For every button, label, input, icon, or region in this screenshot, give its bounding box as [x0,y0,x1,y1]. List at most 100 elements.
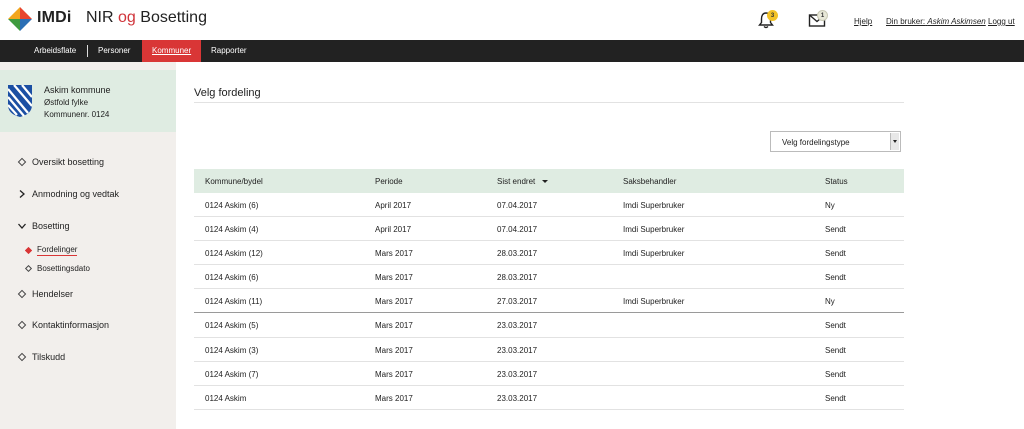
cell-status: Sendt [825,393,846,403]
fordelinger-table: Kommune/bydel Periode Sist endret Saksbe… [194,169,904,410]
cell-saksbehandler: Imdi Superbruker [623,297,685,307]
sidebar-item-hendelser[interactable]: Hendelser [17,289,74,299]
app-title-part2: Bosetting [140,9,207,26]
column-header-saksbehandler[interactable]: Saksbehandler [623,177,676,186]
imdi-logo-icon[interactable] [7,6,33,32]
sidebar-item-oversikt-bosetting[interactable]: Oversikt bosetting [17,157,105,167]
table-row[interactable]: 0124 Askim (6) April 2017 07.04.2017 Imdi S… [194,193,904,218]
table-row[interactable]: 0124 Askim (4) April 2017 07.04.2017 Imdi S… [194,217,904,242]
sidebar-item-label: Kontaktinformasjon [32,320,110,330]
column-header-kommune[interactable]: Kommune/bydel [205,177,263,186]
municipality-card: Askim kommune Østfold fylke Kommunenr. 0… [0,70,176,132]
cell-kommune: 0124 Askim (5) [205,321,259,331]
user-name: Askim Askimsen [927,17,986,26]
sidebar-item-kontaktinformasjon[interactable]: Kontaktinformasjon [17,320,110,330]
title-divider [194,102,904,103]
cell-periode: Mars 2017 [375,369,413,379]
sidebar-item-bosetting[interactable]: Bosetting [18,221,70,231]
user-link[interactable]: Din bruker: Askim Askimsen [886,17,986,26]
cell-kommune: 0124 Askim (3) [205,345,259,355]
sidebar-subitem-label: Fordelinger [37,245,78,256]
cell-sist-endret: 23.03.2017 [497,369,538,379]
cell-periode: Mars 2017 [375,345,413,355]
table-body: 0124 Askim (6) April 2017 07.04.2017 Imdi S… [194,193,904,410]
cell-periode: Mars 2017 [375,297,413,307]
cell-sist-endret: 23.03.2017 [497,321,538,331]
cell-sist-endret: 28.03.2017 [497,249,538,259]
cell-saksbehandler: Imdi Superbruker [623,249,685,259]
messages-badge: 1 [817,10,828,21]
column-header-periode[interactable]: Periode [375,177,403,186]
cell-status: Sendt [825,321,846,331]
cell-status: Sendt [825,345,846,355]
page-title: Velg fordeling [194,87,261,99]
dropdown-arrow-icon[interactable] [890,133,899,150]
diamond-icon [24,264,33,273]
table-header: Kommune/bydel Periode Sist endret Saksbe… [194,169,904,193]
table-row[interactable]: 0124 Askim (6) Mars 2017 28.03.2017 Sendt [194,265,904,290]
column-header-label: Sist endret [497,177,536,186]
municipality-name: Askim kommune [44,85,111,95]
app-title: NIR og Bosetting [86,9,207,27]
table-row[interactable]: 0124 Askim (3) Mars 2017 23.03.2017 Sendt [194,338,904,362]
cell-status: Sendt [825,273,846,283]
cell-sist-endret: 23.03.2017 [497,393,538,403]
sidebar-item-tilskudd[interactable]: Tilskudd [17,352,66,362]
municipality-county: Østfold fylke [44,98,89,107]
cell-periode: April 2017 [375,201,412,210]
chevron-down-icon [18,223,26,229]
sidebar-item-label: Bosetting [32,221,70,231]
diamond-icon [17,289,27,299]
nav-item-kommuner[interactable]: Kommuner [142,40,202,62]
nav-separator [87,45,88,57]
sidebar-item-label: Anmodning og vedtak [32,189,120,199]
cell-kommune: 0124 Askim (4) [205,225,259,235]
sidebar-item-label: Oversikt bosetting [32,157,105,167]
sidebar-item-anmodning-og-vedtak[interactable]: Anmodning og vedtak [18,189,119,199]
app-header: IMDi NIR og Bosetting 3 1 Hjelp Din bruk… [0,0,1024,40]
table-row[interactable]: 0124 Askim Mars 2017 23.03.2017 Sendt [194,386,904,410]
chevron-right-icon [19,190,25,198]
logo-text: IMDi [37,9,72,26]
sidebar-item-label: Tilskudd [32,352,66,362]
column-header-status[interactable]: Status [825,177,848,186]
cell-saksbehandler: Imdi Superbruker [623,225,685,235]
table-row[interactable]: 0124 Askim (11) Mars 2017 27.03.2017 Imdi S… [194,289,904,314]
sidebar-subitem-bosettingsdato[interactable]: Bosettingsdato [24,264,90,273]
table-row[interactable]: 0124 Askim (12) Mars 2017 28.03.2017 Imdi S… [194,241,904,266]
sidebar-subitem-label: Bosettingsdato [37,264,90,273]
notifications-badge: 3 [767,10,778,21]
sort-desc-icon[interactable] [542,180,549,183]
cell-sist-endret: 07.04.2017 [497,225,538,235]
cell-saksbehandler: Imdi Superbruker [623,201,685,210]
cell-sist-endret: 23.03.2017 [497,345,538,355]
column-header-sist-endret[interactable]: Sist endret [497,177,549,186]
logout-link[interactable]: Logg ut [988,17,1015,26]
cell-status: Sendt [825,369,846,379]
cell-periode: Mars 2017 [375,249,413,259]
diamond-icon [17,320,27,330]
cell-periode: Mars 2017 [375,393,413,403]
nav-item-rapporter[interactable]: Rapporter [211,40,247,62]
cell-status: Sendt [825,249,846,259]
cell-kommune: 0124 Askim (12) [205,249,263,259]
nav-item-personer[interactable]: Personer [98,40,130,62]
user-prefix: Din bruker: [886,17,926,26]
table-row[interactable]: 0124 Askim (5) Mars 2017 23.03.2017 Sendt [194,313,904,338]
cell-sist-endret: 27.03.2017 [497,297,538,307]
fordelingstype-select[interactable]: Velg fordelingstype [770,131,901,152]
cell-kommune: 0124 Askim (6) [205,201,259,210]
select-label: Velg fordelingstype [782,138,850,147]
help-link[interactable]: Hjelp [854,17,872,26]
cell-kommune: 0124 Askim (7) [205,369,259,379]
nav-item-arbeidsflate[interactable]: Arbeidsflate [34,40,76,62]
app-title-part1: NIR [86,9,114,26]
cell-periode: Mars 2017 [375,273,413,283]
diamond-icon [17,352,27,362]
app-title-og: og [118,9,136,26]
sidebar-item-label: Hendelser [32,289,74,299]
cell-kommune: 0124 Askim (11) [205,297,263,307]
table-row[interactable]: 0124 Askim (7) Mars 2017 23.03.2017 Sendt [194,362,904,386]
sidebar-subitem-fordelinger[interactable]: Fordelinger [24,245,78,256]
diamond-active-icon [24,246,33,255]
